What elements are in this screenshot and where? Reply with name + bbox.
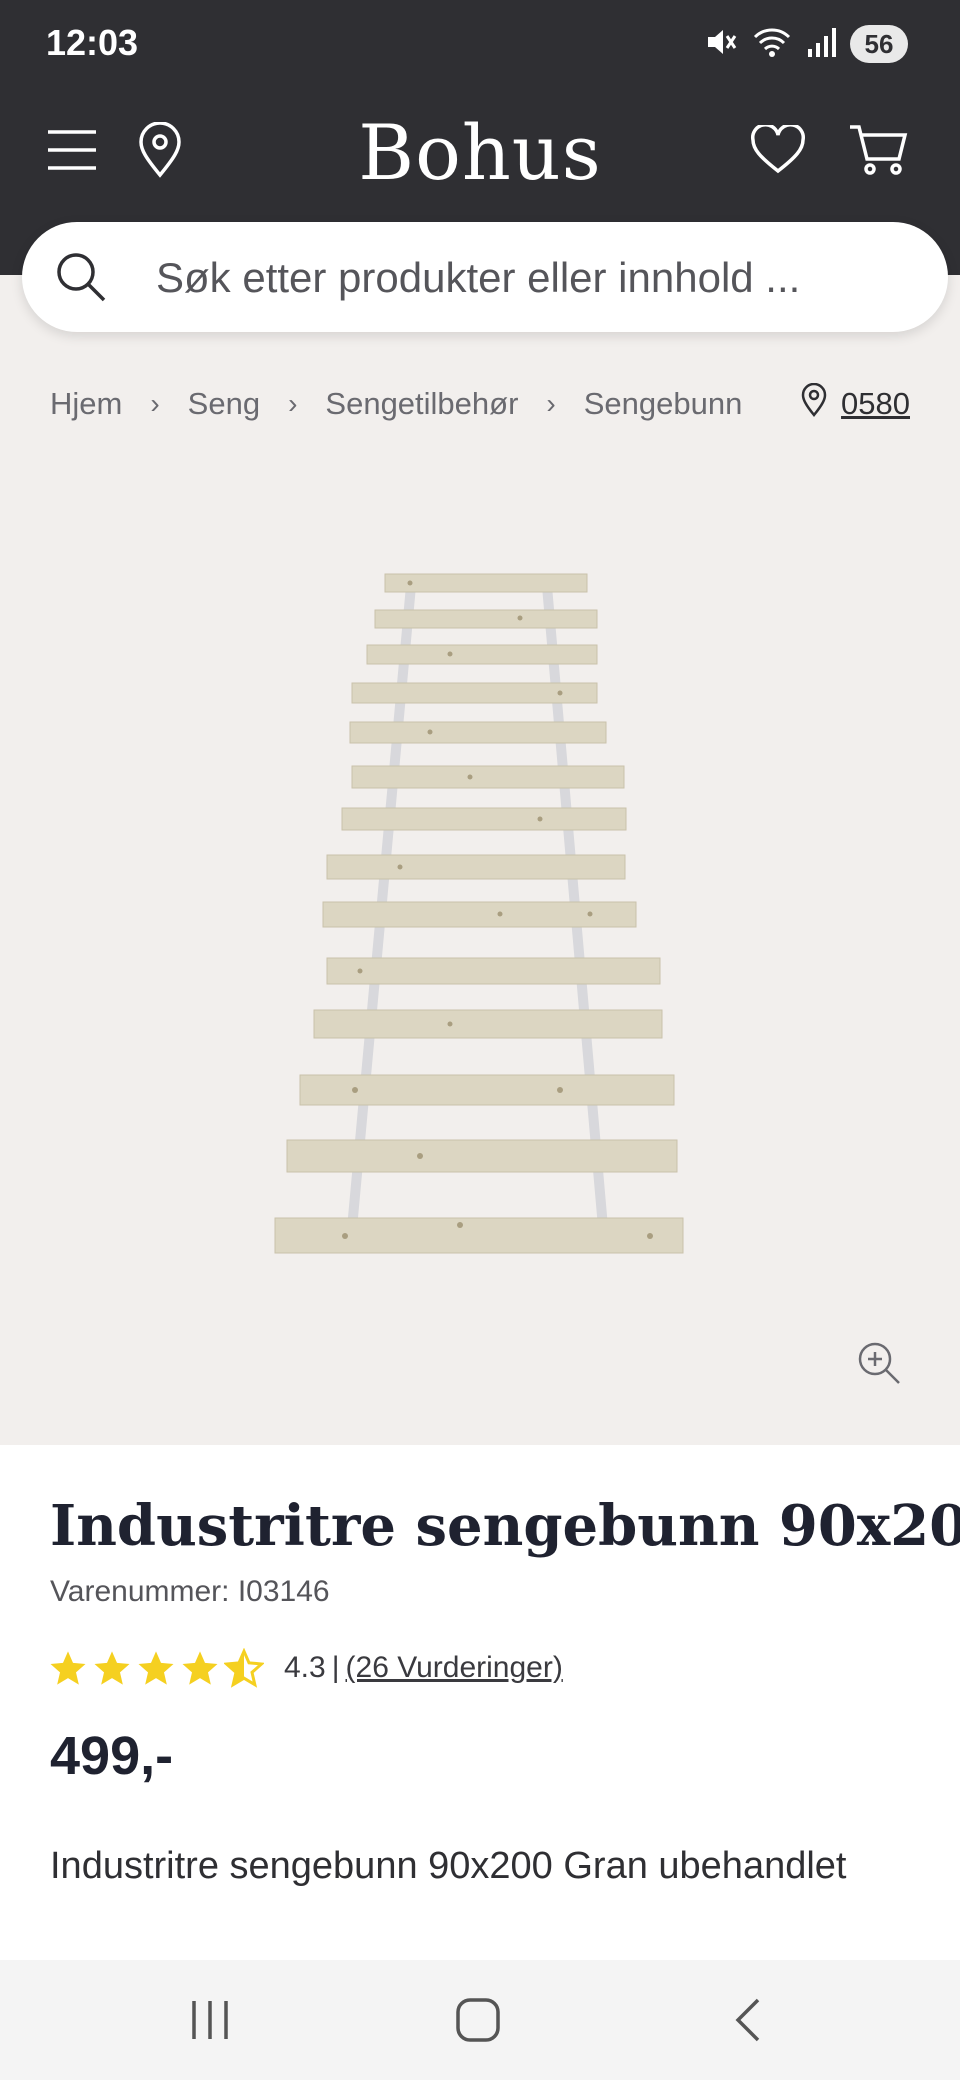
star-full-icon: [182, 1651, 218, 1685]
product-rating: 4.3 | (26 Vurderinger): [48, 1645, 563, 1691]
cart-icon[interactable]: [846, 120, 910, 180]
slatted-bed-base-image: [274, 573, 684, 1254]
rating-separator: |: [331, 1651, 340, 1684]
product-title: Industritre sengebunn 90x200: [50, 1493, 960, 1559]
status-icons: 56: [704, 22, 908, 66]
star-half-icon: [224, 1648, 264, 1688]
chevron-right-icon: ›: [546, 388, 556, 419]
product-sku: Varenummer: I03146: [50, 1575, 330, 1608]
top-nav: Bohus: [0, 100, 960, 200]
chevron-right-icon: ›: [150, 388, 160, 419]
back-icon[interactable]: [688, 1990, 808, 2050]
heart-icon[interactable]: [748, 120, 808, 180]
search-icon[interactable]: [54, 250, 108, 309]
bohus-logo[interactable]: Bohus: [0, 108, 960, 197]
product-description: Industritre sengebunn 90x200 Gran ubehan…: [50, 1845, 847, 1887]
breadcrumb-item-bed[interactable]: Seng: [188, 386, 260, 422]
system-nav-bar: [0, 1960, 960, 2080]
store-selector[interactable]: 0580: [801, 382, 910, 426]
breadcrumb-item-home[interactable]: Hjem: [50, 386, 122, 422]
mute-icon: [704, 25, 738, 64]
search-input[interactable]: [154, 222, 918, 334]
location-pin-icon: [801, 382, 827, 425]
product-info: Industritre sengebunn 90x200 Varenummer:…: [0, 1445, 960, 1960]
home-icon[interactable]: [418, 1990, 538, 2050]
breadcrumb-item-bed-accessories[interactable]: Sengetilbehør: [325, 386, 518, 422]
product-price: 499,-: [50, 1726, 174, 1786]
reviews-link[interactable]: (26 Vurderinger): [346, 1651, 563, 1685]
breadcrumb: Hjem › Seng › Sengetilbehør › Sengebunn: [50, 382, 930, 426]
wifi-icon: [752, 25, 792, 64]
status-time: 12:03: [46, 22, 139, 63]
store-code[interactable]: 0580: [841, 386, 910, 422]
star-full-icon: [138, 1651, 174, 1685]
signal-icon: [806, 25, 836, 64]
star-full-icon: [50, 1651, 86, 1685]
battery-icon: 56: [850, 25, 908, 63]
rating-value: 4.3: [284, 1651, 326, 1684]
product-image[interactable]: [0, 470, 960, 1445]
status-bar: 12:03 56: [0, 0, 960, 88]
rating-stars: [48, 1648, 264, 1688]
recents-icon[interactable]: [150, 1990, 270, 2050]
search-bar[interactable]: [22, 222, 948, 334]
star-full-icon: [94, 1651, 130, 1685]
breadcrumb-item-bed-base[interactable]: Sengebunn: [584, 386, 743, 422]
chevron-right-icon: ›: [288, 388, 298, 419]
zoom-in-icon[interactable]: [856, 1340, 902, 1391]
